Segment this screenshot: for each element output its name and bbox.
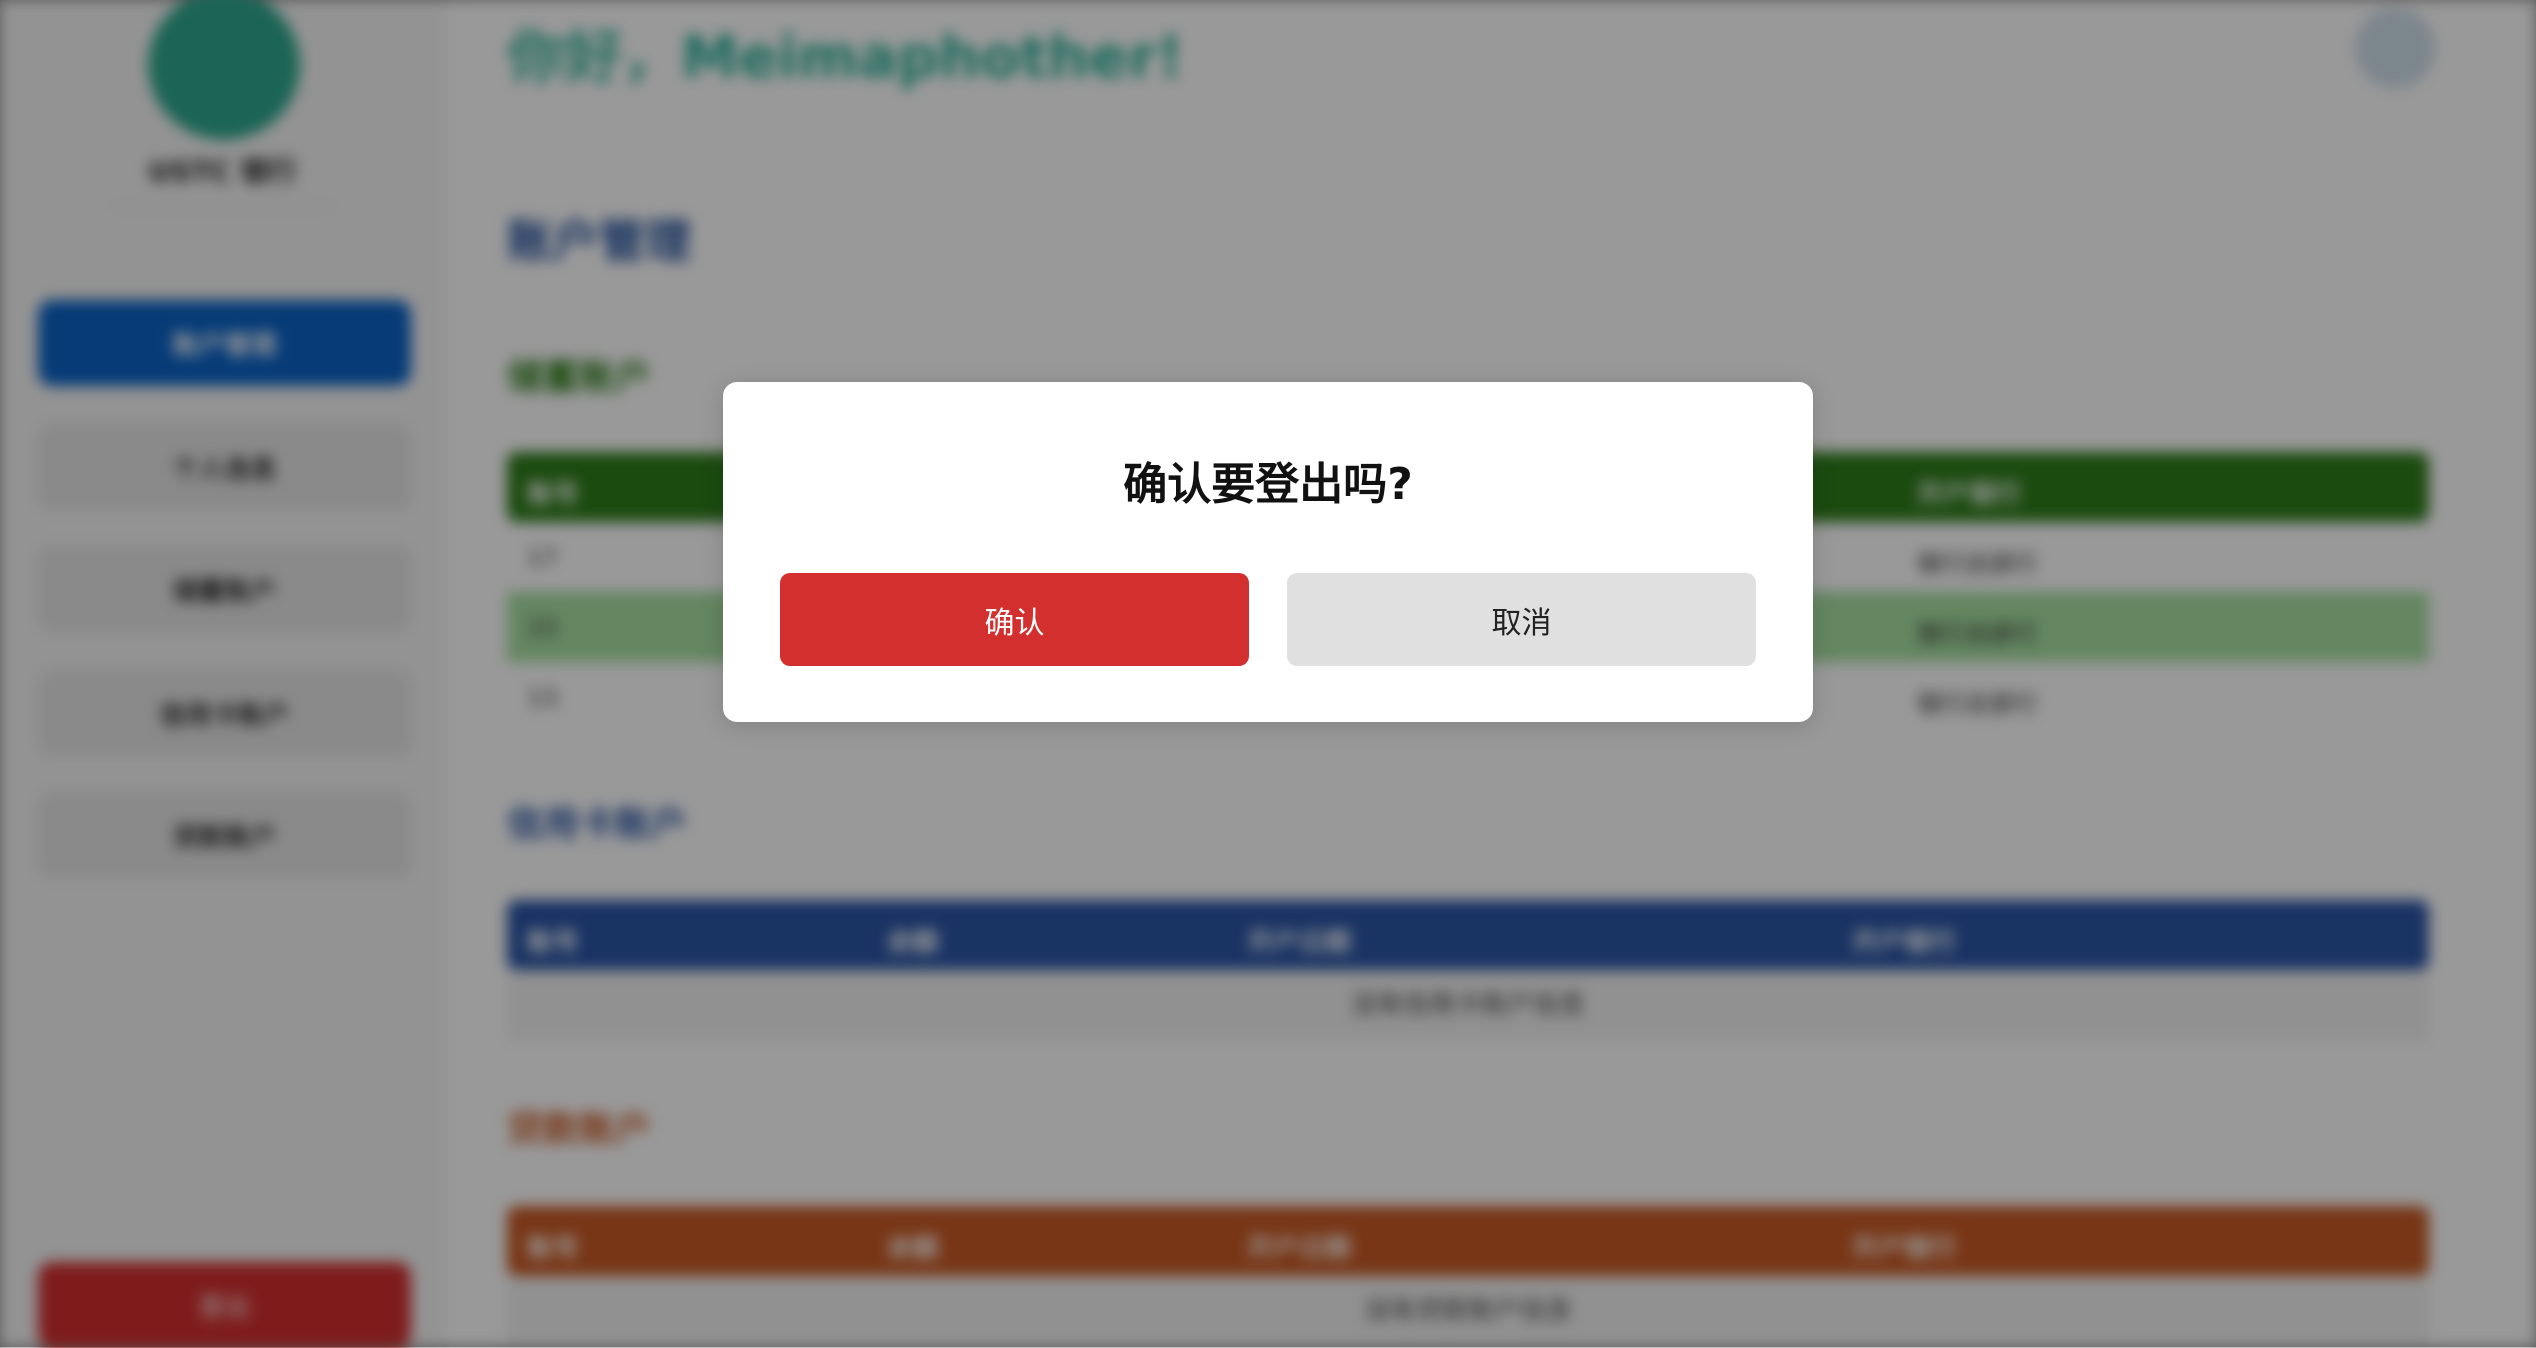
confirm-button[interactable]: 确认 [780, 573, 1249, 666]
app-root: USTC 银行 账户管理 个人信息 储蓄账户 信用卡账户 贷款账户 登出 你好，… [0, 0, 2536, 1348]
cancel-button[interactable]: 取消 [1287, 573, 1756, 666]
logout-confirm-dialog: 确认要登出吗? 确认 取消 [723, 382, 1813, 722]
dialog-title: 确认要登出吗? [1123, 459, 1413, 510]
